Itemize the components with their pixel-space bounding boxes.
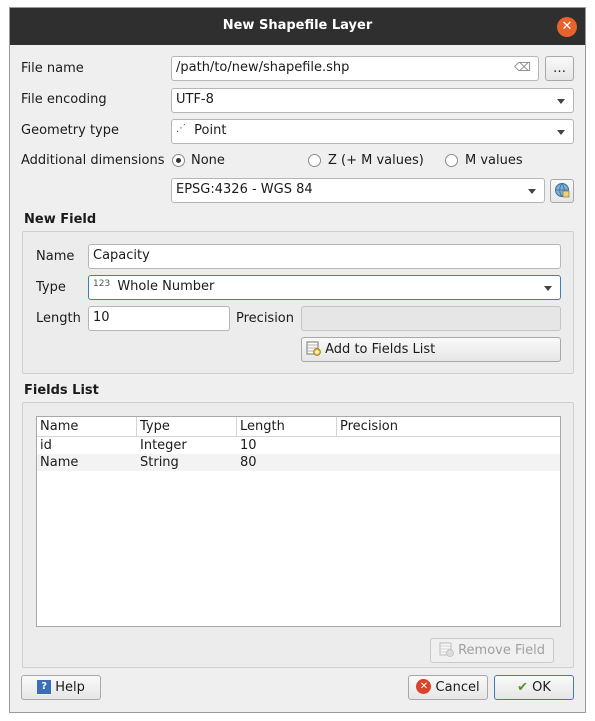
chevron-down-icon — [544, 286, 552, 291]
ok-button[interactable]: ✔ OK — [494, 675, 574, 700]
dimension-zm-radio[interactable] — [308, 154, 321, 167]
fields-table-header: Name Type Length Precision — [37, 417, 560, 437]
table-cell: Integer — [140, 438, 187, 453]
table-cell: id — [40, 438, 52, 453]
field-length-value: 10 — [93, 310, 110, 325]
dimension-none-label[interactable]: None — [191, 153, 225, 168]
remove-field-label: Remove Field — [458, 643, 546, 658]
field-type-label: Type — [36, 280, 66, 295]
cancel-label: Cancel — [435, 680, 480, 695]
file-encoding-value: UTF-8 — [176, 92, 214, 107]
point-icon: ⋰ — [176, 123, 186, 134]
field-name-value: Capacity — [93, 248, 150, 263]
column-header-name[interactable]: Name — [37, 417, 137, 437]
additional-dimensions-label: Additional dimensions — [21, 153, 165, 168]
table-cell: Name — [40, 455, 79, 470]
table-cell: 80 — [240, 455, 257, 470]
ok-label: OK — [532, 680, 551, 695]
geometry-type-value: Point — [194, 123, 227, 138]
file-name-value: /path/to/new/shapefile.shp — [176, 60, 350, 75]
chevron-down-icon — [557, 99, 565, 104]
check-icon: ✔ — [517, 680, 528, 695]
dimension-zm-label[interactable]: Z (+ M values) — [328, 153, 424, 168]
field-precision-label: Precision — [236, 311, 295, 326]
remove-field-button[interactable]: Remove Field — [430, 638, 554, 663]
file-encoding-label: File encoding — [21, 92, 107, 107]
fields-list-group: Name Type Length Precision id Integer 10… — [22, 402, 574, 668]
column-header-precision[interactable]: Precision — [337, 417, 562, 437]
help-button[interactable]: ? Help — [21, 675, 101, 700]
table-cell: String — [140, 455, 179, 470]
help-label: Help — [55, 680, 85, 695]
field-precision-input[interactable] — [301, 306, 561, 331]
remove-field-icon — [439, 642, 454, 657]
crs-value: EPSG:4326 - WGS 84 — [176, 182, 313, 197]
crs-select[interactable]: EPSG:4326 - WGS 84 — [171, 178, 545, 203]
new-field-title: New Field — [24, 212, 97, 227]
browse-button[interactable]: … — [545, 56, 574, 81]
title-bar: New Shapefile Layer ✕ — [10, 8, 585, 45]
table-row[interactable]: id Integer 10 — [37, 437, 560, 454]
crs-selector-button[interactable] — [550, 179, 574, 203]
add-field-icon — [306, 341, 321, 356]
add-to-fields-label: Add to Fields List — [325, 342, 436, 357]
chevron-down-icon — [528, 189, 536, 194]
field-name-label: Name — [36, 249, 75, 264]
help-icon: ? — [37, 679, 52, 694]
table-row[interactable]: Name String 80 — [37, 454, 560, 471]
file-encoding-select[interactable]: UTF-8 — [171, 88, 574, 113]
new-field-group: Name Capacity Type 123 Whole Number Leng… — [22, 231, 574, 374]
field-type-select[interactable]: 123 Whole Number — [88, 275, 561, 300]
field-length-input[interactable]: 10 — [88, 306, 230, 331]
dimension-m-radio[interactable] — [445, 154, 458, 167]
file-name-input[interactable]: /path/to/new/shapefile.shp ⌫ — [171, 56, 539, 81]
dimension-none-radio[interactable] — [172, 154, 185, 167]
field-type-value: Whole Number — [117, 279, 215, 294]
column-header-type[interactable]: Type — [137, 417, 237, 437]
globe-icon — [555, 182, 570, 197]
table-cell: 10 — [240, 438, 257, 453]
file-name-label: File name — [21, 61, 84, 76]
fields-list-title: Fields List — [24, 383, 99, 398]
whole-number-icon: 123 — [93, 279, 111, 289]
chevron-down-icon — [557, 130, 565, 135]
cancel-button[interactable]: ✕ Cancel — [408, 675, 488, 700]
close-icon[interactable]: ✕ — [557, 17, 577, 37]
dimension-m-label[interactable]: M values — [465, 153, 523, 168]
dialog-window: New Shapefile Layer ✕ File name /path/to… — [9, 7, 586, 713]
column-header-length[interactable]: Length — [237, 417, 337, 437]
field-length-label: Length — [36, 311, 81, 326]
field-name-input[interactable]: Capacity — [88, 244, 561, 269]
add-to-fields-button[interactable]: Add to Fields List — [301, 337, 561, 362]
cancel-icon: ✕ — [416, 679, 432, 694]
window-title: New Shapefile Layer — [222, 18, 373, 33]
geometry-type-select[interactable]: ⋰ Point — [171, 119, 574, 144]
fields-table[interactable]: Name Type Length Precision id Integer 10… — [36, 416, 561, 627]
clear-icon[interactable]: ⌫ — [514, 60, 531, 74]
geometry-type-label: Geometry type — [21, 123, 119, 138]
